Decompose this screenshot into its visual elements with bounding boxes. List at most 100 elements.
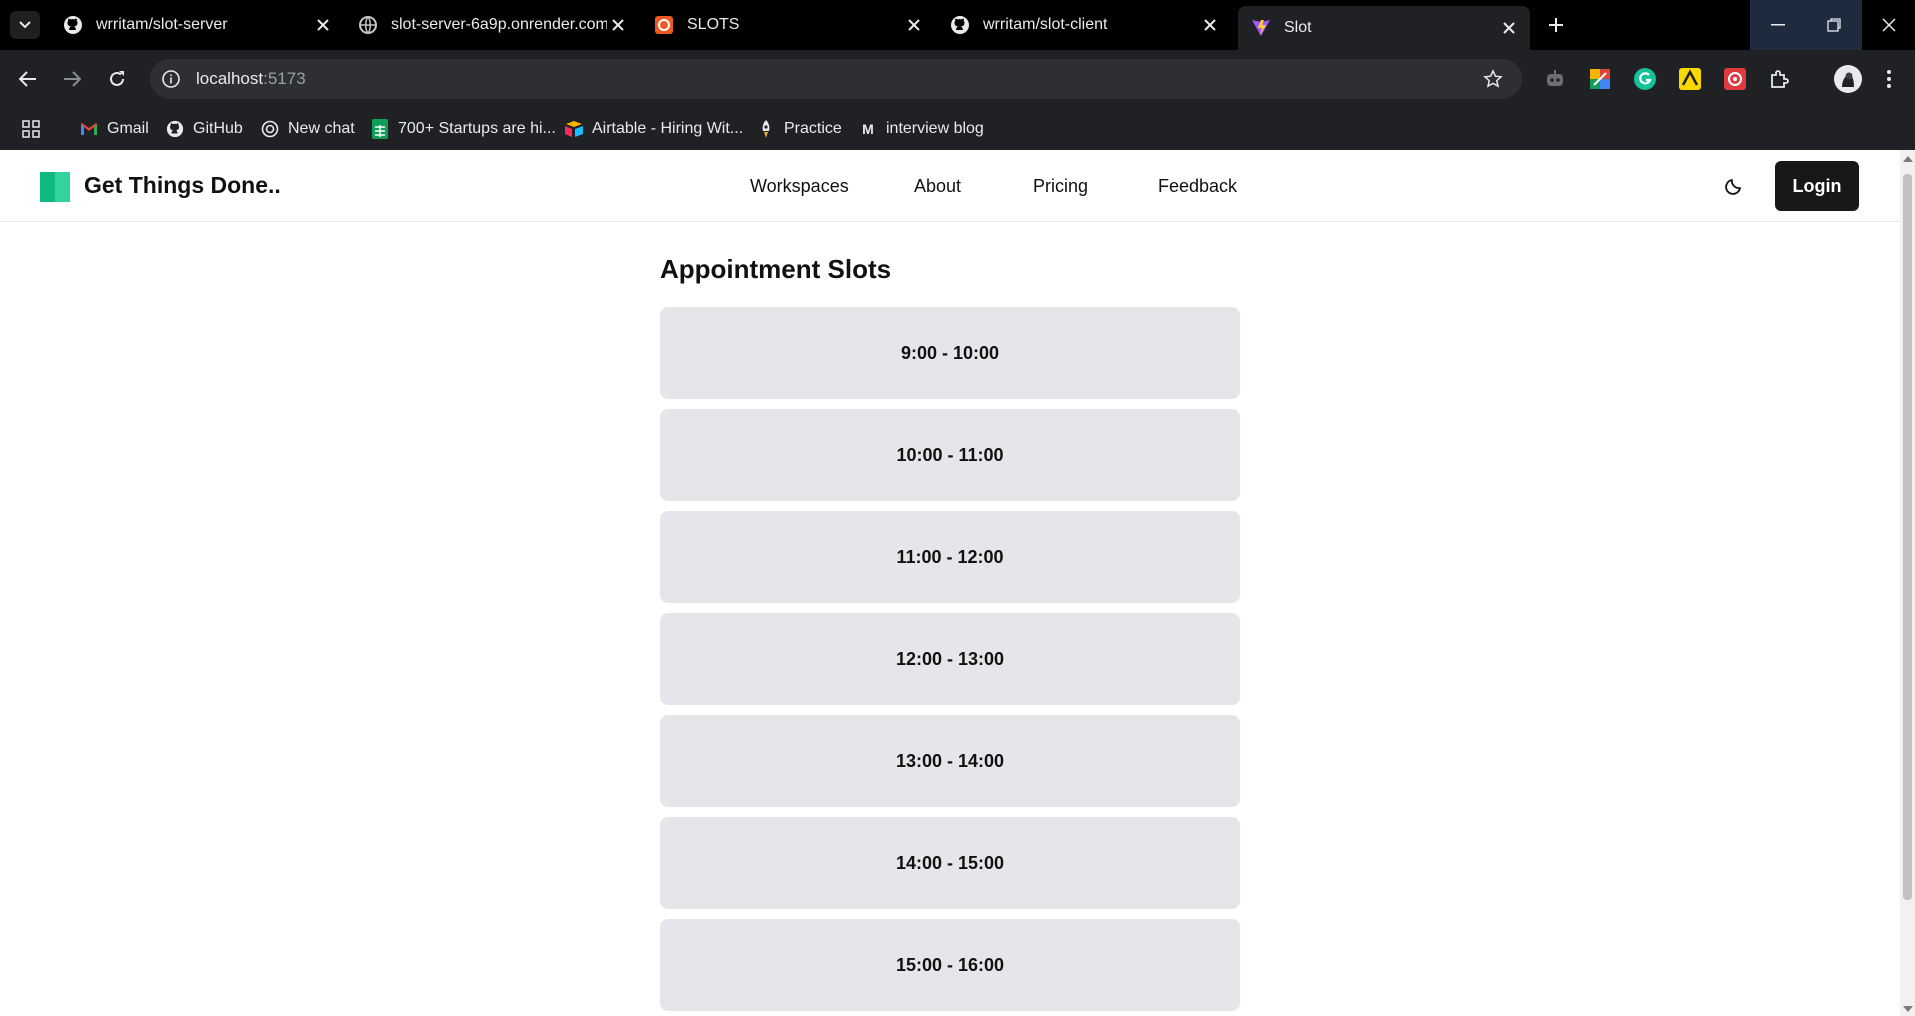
medium-icon: M‌ bbox=[862, 121, 874, 137]
url-port: :5173 bbox=[263, 69, 306, 88]
rocket-icon bbox=[756, 119, 776, 139]
extension-colorful-icon[interactable] bbox=[1587, 66, 1613, 92]
bookmark-practice[interactable]: Practice bbox=[756, 116, 842, 142]
github-icon bbox=[165, 119, 185, 139]
scroll-down-arrow-icon[interactable] bbox=[1903, 1006, 1913, 1012]
browser-window: wrritam/slot-server slot-server-6a9p.onr… bbox=[0, 0, 1915, 1016]
tab-slot-client[interactable]: wrritam/slot-client bbox=[937, 8, 1231, 42]
tab-title: wrritam/slot-client bbox=[983, 16, 1108, 33]
moon-icon bbox=[1725, 179, 1741, 195]
login-button[interactable]: Login bbox=[1775, 161, 1859, 211]
tab-slot-active[interactable]: Slot bbox=[1238, 6, 1530, 50]
close-icon bbox=[1881, 18, 1896, 32]
apps-grid-icon bbox=[22, 120, 40, 138]
bookmark-gmail[interactable]: Gmail bbox=[79, 116, 149, 142]
slot-button[interactable]: 14:00 - 15:00 bbox=[660, 817, 1240, 909]
tab-search-button[interactable] bbox=[10, 11, 40, 39]
page-title: Appointment Slots bbox=[660, 254, 892, 284]
url-host: localhost bbox=[196, 69, 264, 88]
github-icon bbox=[62, 14, 84, 36]
web-page: Get Things Done.. Workspaces About Prici… bbox=[0, 150, 1900, 1016]
avatar-icon bbox=[1836, 67, 1860, 91]
bookmarks-bar: Gmail GitHub New chat 700+ Startups are … bbox=[0, 108, 1915, 150]
close-window-button[interactable] bbox=[1862, 0, 1915, 50]
bookmark-new-chat[interactable]: New chat bbox=[260, 116, 355, 142]
plus-icon bbox=[1549, 18, 1563, 32]
logo-icon[interactable] bbox=[40, 172, 70, 202]
bookmark-startups[interactable]: 700+ Startups are hi... bbox=[370, 116, 556, 142]
extensions-puzzle-icon[interactable] bbox=[1767, 66, 1793, 92]
reload-button[interactable] bbox=[103, 65, 131, 93]
apps-button[interactable] bbox=[22, 116, 40, 142]
restore-icon bbox=[1827, 18, 1841, 32]
close-icon[interactable] bbox=[1498, 17, 1520, 39]
slot-button[interactable]: 10:00 - 11:00 bbox=[660, 409, 1240, 501]
extension-robot-icon[interactable] bbox=[1542, 66, 1568, 92]
tab-strip: wrritam/slot-server slot-server-6a9p.onr… bbox=[0, 0, 1915, 50]
close-icon[interactable] bbox=[312, 14, 334, 36]
gmail-icon bbox=[79, 119, 99, 139]
slot-button[interactable]: 15:00 - 16:00 bbox=[660, 919, 1240, 1011]
back-button[interactable] bbox=[14, 65, 42, 93]
extension-yellow-icon[interactable] bbox=[1677, 66, 1703, 92]
grammarly-icon[interactable] bbox=[1632, 66, 1658, 92]
slot-button[interactable]: 12:00 - 13:00 bbox=[660, 613, 1240, 705]
restore-button[interactable] bbox=[1806, 0, 1862, 50]
sheets-icon bbox=[370, 119, 390, 139]
slot-list: 9:00 - 10:00 10:00 - 11:00 11:00 - 12:00… bbox=[660, 307, 1240, 1016]
site-header: Get Things Done.. Workspaces About Prici… bbox=[0, 150, 1900, 222]
bookmark-star-icon[interactable] bbox=[1482, 68, 1504, 90]
more-vertical-icon bbox=[1887, 70, 1891, 88]
profile-avatar[interactable] bbox=[1834, 65, 1862, 93]
close-icon[interactable] bbox=[607, 14, 629, 36]
tab-slot-server[interactable]: wrritam/slot-server bbox=[50, 8, 344, 42]
bookmark-label: 700+ Startups are hi... bbox=[398, 120, 556, 137]
globe-icon bbox=[357, 14, 379, 36]
arrow-right-icon bbox=[64, 71, 81, 87]
bookmark-label: Gmail bbox=[107, 120, 149, 137]
vite-icon bbox=[1250, 17, 1272, 39]
bookmark-airtable[interactable]: Airtable - Hiring Wit... bbox=[564, 116, 743, 142]
brand-name[interactable]: Get Things Done.. bbox=[84, 172, 281, 199]
slot-button[interactable]: 9:00 - 10:00 bbox=[660, 307, 1240, 399]
bookmark-label: New chat bbox=[288, 120, 355, 137]
nav-feedback[interactable]: Feedback bbox=[1158, 176, 1237, 197]
nav-pricing[interactable]: Pricing bbox=[1033, 176, 1088, 197]
slot-button[interactable]: 13:00 - 14:00 bbox=[660, 715, 1240, 807]
scrollbar-thumb[interactable] bbox=[1903, 174, 1912, 900]
scroll-up-arrow-icon[interactable] bbox=[1903, 156, 1913, 162]
close-icon[interactable] bbox=[1199, 14, 1221, 36]
site-info-icon[interactable] bbox=[160, 68, 182, 90]
theme-toggle-button[interactable] bbox=[1722, 174, 1746, 198]
browser-toolbar: localhost:5173 bbox=[0, 50, 1915, 108]
tab-title: Slot bbox=[1284, 19, 1312, 36]
forward-button[interactable] bbox=[58, 65, 86, 93]
github-icon bbox=[949, 14, 971, 36]
bookmark-label: Airtable - Hiring Wit... bbox=[592, 120, 744, 137]
postman-icon bbox=[653, 14, 675, 36]
address-bar[interactable]: localhost:5173 bbox=[150, 59, 1522, 99]
tab-title: slot-server-6a9p.onrender.com/ bbox=[391, 16, 607, 33]
tab-onrender[interactable]: slot-server-6a9p.onrender.com/ bbox=[345, 8, 639, 42]
nav-workspaces[interactable]: Workspaces bbox=[750, 176, 849, 197]
browser-menu-button[interactable] bbox=[1879, 66, 1899, 92]
slot-button[interactable]: 11:00 - 12:00 bbox=[660, 511, 1240, 603]
nav-about[interactable]: About bbox=[914, 176, 961, 197]
bookmark-github[interactable]: GitHub bbox=[165, 116, 243, 142]
bookmark-label: GitHub bbox=[193, 120, 243, 137]
url-text: localhost:5173 bbox=[196, 69, 306, 89]
arrow-left-icon bbox=[19, 71, 36, 87]
close-icon[interactable] bbox=[903, 14, 925, 36]
extension-red-icon[interactable] bbox=[1722, 66, 1748, 92]
minimize-button[interactable] bbox=[1750, 0, 1806, 50]
bookmark-label: Practice bbox=[784, 120, 842, 137]
new-tab-button[interactable] bbox=[1541, 11, 1571, 39]
tab-title: wrritam/slot-server bbox=[96, 16, 228, 33]
airtable-icon bbox=[564, 119, 584, 139]
page-scrollbar[interactable] bbox=[1900, 150, 1915, 1016]
minimize-icon bbox=[1771, 24, 1785, 26]
tab-title: SLOTS bbox=[687, 16, 740, 33]
tab-slots[interactable]: SLOTS bbox=[641, 8, 935, 42]
bookmark-interview-blog[interactable]: M‌ interview blog bbox=[858, 116, 984, 142]
bookmark-label: interview blog bbox=[886, 120, 984, 137]
